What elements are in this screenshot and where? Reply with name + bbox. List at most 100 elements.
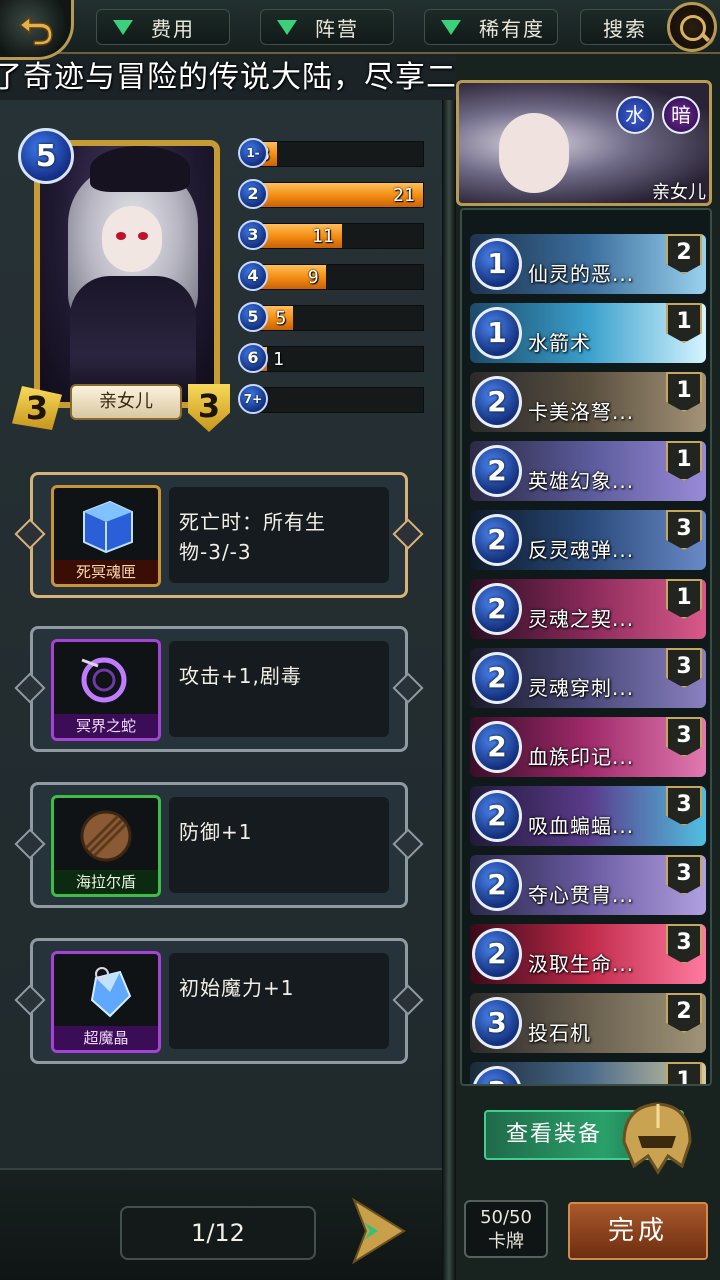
mana-curve-count: 11	[312, 226, 334, 247]
dropdown-triangle-icon	[113, 19, 133, 35]
deck-card-item[interactable]: 2 卡美洛弩... 1	[470, 372, 706, 432]
card-name: 吸血蝙蝠...	[528, 814, 635, 838]
filter-faction[interactable]: 阵营	[260, 9, 394, 45]
view-equipment-label: 查看装备	[506, 1122, 603, 1147]
card-count-badge: 1	[666, 1062, 702, 1084]
back-button[interactable]	[0, 0, 74, 60]
relic-description: 初始魔力+1	[169, 953, 389, 1049]
relic-name: 超魔晶	[54, 1026, 158, 1050]
frame-ornament-icon	[392, 518, 424, 550]
card-name: 灵魂之契...	[528, 607, 635, 631]
deck-card-item[interactable]: 2 汲取生命... 3	[470, 924, 706, 984]
deck-card-item[interactable]: 1 仙灵的恶... 2	[470, 234, 706, 294]
mana-curve-bar-track: 9	[252, 264, 424, 290]
dropdown-triangle-icon	[277, 19, 297, 35]
card-name: 英雄幻象...	[528, 469, 635, 493]
frame-ornament-icon	[14, 672, 46, 704]
mana-curve-bar-track: 5	[252, 305, 424, 331]
mana-curve-bar-track	[252, 387, 424, 413]
deck-card-item[interactable]: 2 吸血蝙蝠... 3	[470, 786, 706, 846]
relic-slot-4[interactable]: 超魔晶 初始魔力+1	[14, 938, 424, 1064]
card-name: 血族印记...	[528, 745, 635, 769]
card-cost-gem: 2	[472, 376, 522, 428]
card-cost-gem: 3	[472, 997, 522, 1049]
shield-icon: 海拉尔盾	[51, 795, 161, 897]
relic-description: 攻击+1,剧毒	[169, 641, 389, 737]
deck-card-item[interactable]: 3 投石机 2	[470, 993, 706, 1053]
relic-description: 死亡时：所有生物-3/-3	[169, 487, 389, 583]
relic-description: 防御+1	[169, 797, 389, 893]
filter-cost[interactable]: 费用	[96, 9, 230, 45]
card-list[interactable]: 1 仙灵的恶... 2 1 水箭术 1 2 卡美洛弩... 1 2 英雄幻象... 1 2 反灵魂弹...…	[460, 208, 712, 1086]
done-label: 完成	[607, 1216, 668, 1246]
search-icon[interactable]	[667, 2, 717, 52]
filter-rarity[interactable]: 稀有度	[424, 9, 558, 45]
card-count-badge: 3	[666, 924, 702, 964]
mana-curve-bar-track: 21	[252, 182, 424, 208]
frame-ornament-icon	[392, 828, 424, 860]
card-cost-gem: 3	[472, 1066, 522, 1084]
card-name: 汲取生命...	[528, 952, 635, 976]
card-cost-gem: 2	[472, 790, 522, 842]
mana-cost-gem: 6	[238, 343, 268, 373]
mana-curve-bar-track: 11	[252, 223, 424, 249]
relic-name: 死冥魂匣	[54, 560, 158, 584]
deck-card-item[interactable]: 2 反灵魂弹... 3	[470, 510, 706, 570]
relic-slot-1[interactable]: 死冥魂匣 死亡时：所有生物-3/-3	[14, 472, 424, 598]
card-cost-gem: 2	[472, 928, 522, 980]
card-count-badge: 1	[666, 303, 702, 343]
serpent-icon: 冥界之蛇	[51, 639, 161, 741]
card-cost-gem: 1	[472, 307, 522, 359]
mana-curve-bar-track: 1	[252, 346, 424, 372]
hero-art	[34, 140, 220, 408]
deck-card-item[interactable]: 2 灵魂穿刺... 3	[470, 648, 706, 708]
card-name: 反灵魂弹...	[528, 538, 635, 562]
frame-ornament-icon	[392, 672, 424, 704]
card-cost-gem: 2	[472, 652, 522, 704]
hero-card[interactable]: 5 亲女儿 3 3	[12, 128, 238, 432]
mana-cost-gem: 3	[238, 220, 268, 250]
mana-curve-count: 9	[307, 267, 319, 288]
mana-curve-row: 11 3	[238, 220, 428, 261]
card-count-badge: 3	[666, 648, 702, 688]
page-indicator: 1/12	[120, 1206, 316, 1260]
mana-cost-gem: 2	[238, 179, 268, 209]
deck-count-value: 50/50	[480, 1207, 532, 1228]
card-cost-gem: 1	[472, 238, 522, 290]
relic-slot-2[interactable]: 冥界之蛇 攻击+1,剧毒	[14, 626, 424, 752]
deck-count-badge: 50/50 卡牌	[464, 1200, 548, 1258]
mana-curve-count: 21	[393, 185, 415, 206]
back-arrow-icon	[18, 14, 53, 46]
helmet-icon	[622, 1102, 692, 1175]
card-count-badge: 3	[666, 855, 702, 895]
hero-health: 3	[188, 384, 230, 432]
frame-ornament-icon	[392, 984, 424, 1016]
next-page-icon[interactable]	[350, 1196, 408, 1266]
faction-water-badge: 水	[616, 96, 654, 134]
hero-portrait[interactable]: 水 暗 亲女儿	[456, 80, 720, 210]
frame-ornament-icon	[14, 518, 46, 550]
card-name: 卡美洛弩...	[528, 400, 635, 424]
deck-card-item[interactable]: 2 血族印记... 3	[470, 717, 706, 777]
relic-slot-3[interactable]: 海拉尔盾 防御+1	[14, 782, 424, 908]
mana-curve-row: 7+	[238, 384, 428, 425]
crystal-icon: 超魔晶	[51, 951, 161, 1053]
deck-card-item[interactable]: 2 英雄幻象... 1	[470, 441, 706, 501]
deck-card-item[interactable]: 1 水箭术 1	[470, 303, 706, 363]
deck-card-item[interactable]: 2 灵魂之契... 1	[470, 579, 706, 639]
filter-faction-label: 阵营	[315, 16, 359, 41]
card-name: 夺心贯胄...	[528, 883, 635, 907]
relic-name: 冥界之蛇	[54, 714, 158, 738]
card-name: 水箭术	[528, 331, 591, 355]
search-button[interactable]: 搜索	[580, 2, 717, 52]
deck-card-item[interactable]: 2 夺心贯胄... 3	[470, 855, 706, 915]
card-count-badge: 3	[666, 717, 702, 757]
relic-name: 海拉尔盾	[54, 870, 158, 894]
done-button[interactable]: 完成	[568, 1202, 708, 1260]
frame-ornament-icon	[14, 828, 46, 860]
hero-portrait-name: 亲女儿	[652, 182, 706, 203]
card-cost-gem: 2	[472, 721, 522, 773]
mana-curve-row: 16	[238, 343, 428, 384]
card-cost-gem: 2	[472, 514, 522, 566]
deck-card-item[interactable]: 31	[470, 1062, 706, 1084]
